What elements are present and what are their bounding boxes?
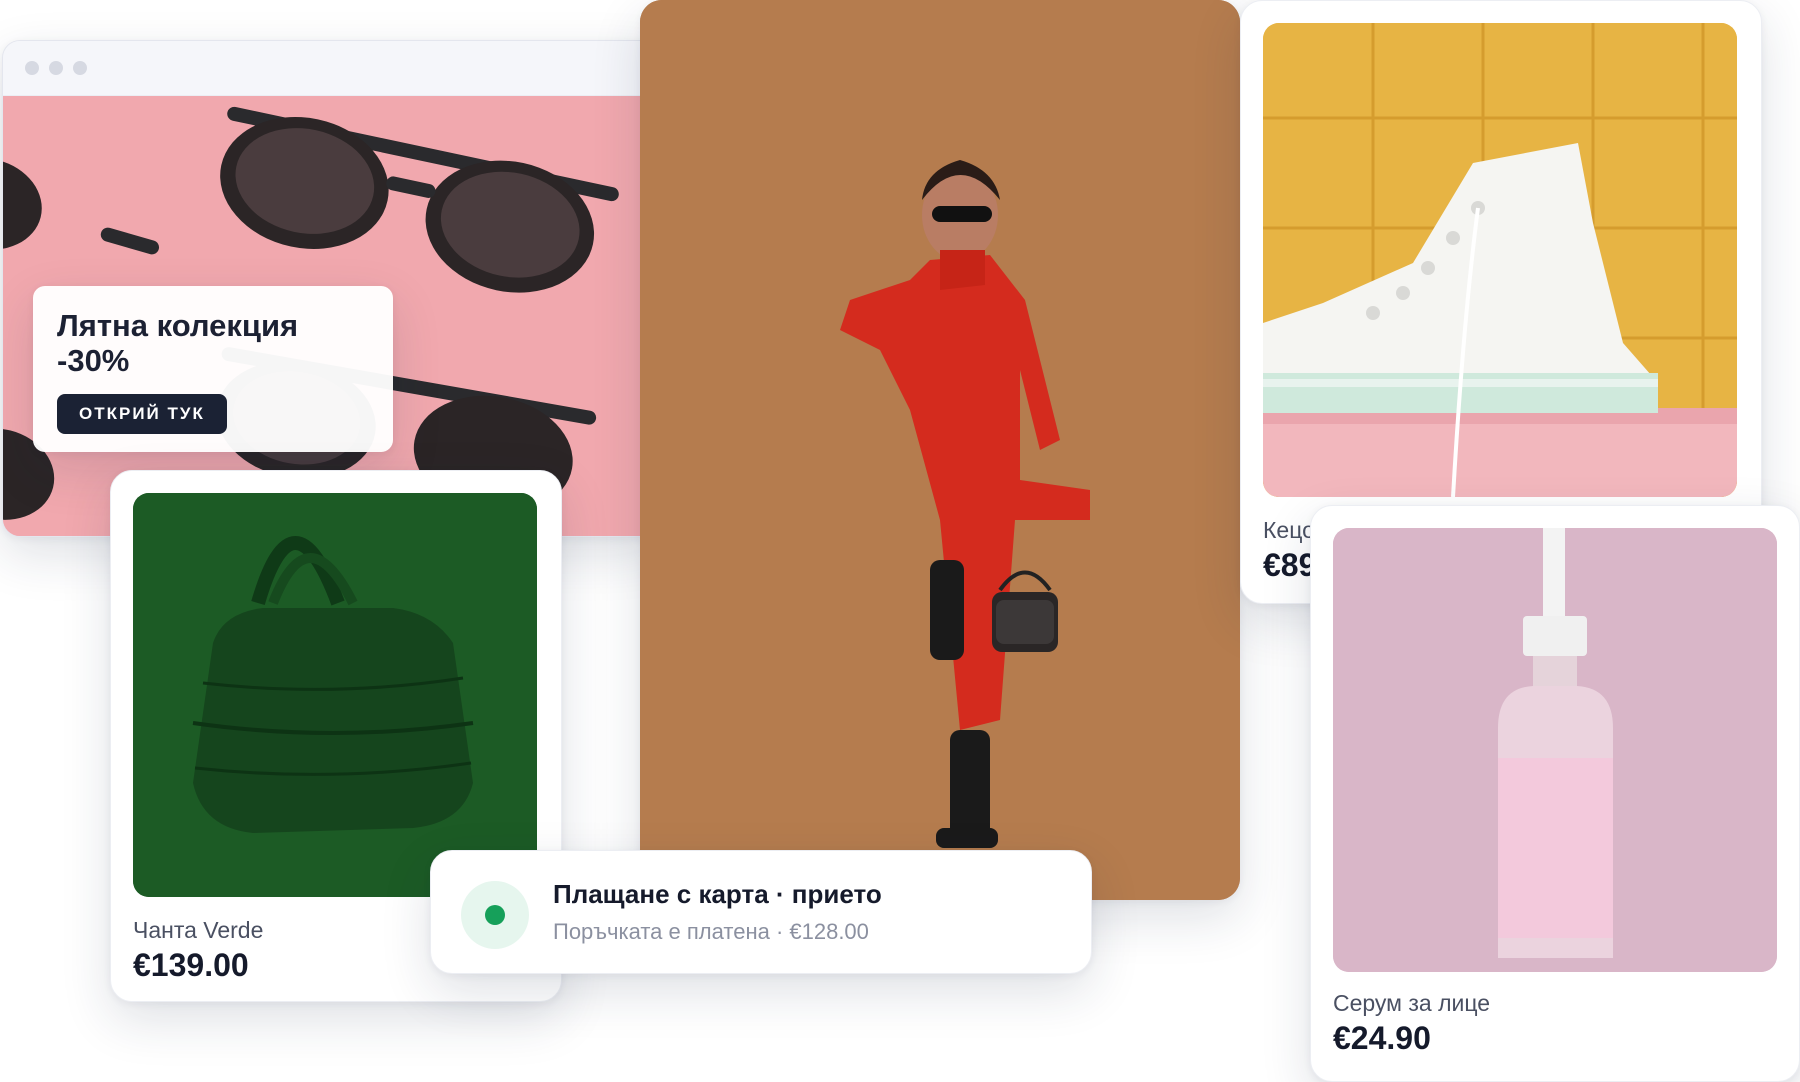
white-high-top-sneaker-image [1263,23,1737,497]
promo-title-line1: Лятна колекция [57,308,299,343]
pink-serum-bottle-image [1333,528,1777,972]
promo-title-line2: -30% [57,343,130,378]
bag-price: €139.00 [133,947,249,983]
bag-name: Чанта Verde [133,917,264,943]
model-illustration [640,0,1240,900]
payment-toast-subtitle: Поръчката е платена · €128.00 [553,919,869,944]
payment-toast-title: Плащане с карта · прието [553,879,882,909]
browser-window: Лятна колекция -30% ОТКРИЙ ТУК [2,40,664,537]
window-close-dot[interactable] [25,61,39,75]
serum-illustration [1333,528,1777,972]
browser-titlebar [3,41,663,96]
promo-title: Лятна колекция -30% [57,308,369,378]
window-minimize-dot[interactable] [49,61,63,75]
handbag-illustration [133,493,537,897]
status-dot-icon [485,905,505,925]
serum-name: Серум за лице [1333,990,1491,1016]
serum-price: €24.90 [1333,1020,1431,1056]
discover-button[interactable]: ОТКРИЙ ТУК [57,394,227,434]
window-maximize-dot[interactable] [73,61,87,75]
fashion-model-image [640,0,1240,900]
payment-toast: Плащане с карта · прието Поръчката е пла… [430,850,1092,974]
green-handbag-image [133,493,537,897]
payment-status-icon [461,881,529,949]
promo-card: Лятна колекция -30% ОТКРИЙ ТУК [33,286,393,452]
product-card-serum[interactable]: Серум за лице €24.90 [1310,505,1800,1082]
sneaker-illustration [1263,23,1737,497]
